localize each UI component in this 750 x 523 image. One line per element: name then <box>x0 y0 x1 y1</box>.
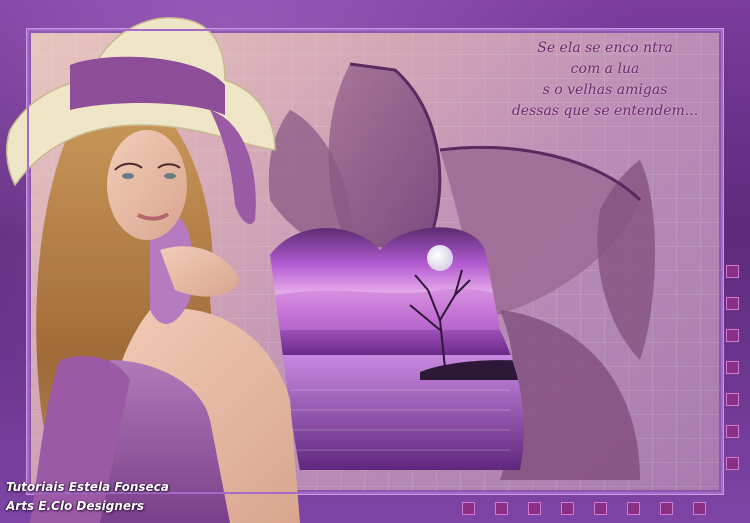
poem-line: Se ela se enco ntra <box>537 40 673 56</box>
decorative-square <box>726 265 739 278</box>
decorative-square <box>726 297 739 310</box>
decorative-squares-bottom <box>462 502 726 516</box>
woman-figure <box>5 17 300 523</box>
credit-line-arts: Arts E.Clo Designers <box>6 499 145 513</box>
decorative-square <box>726 329 739 342</box>
decorative-square <box>726 393 739 406</box>
decorative-square <box>726 457 739 470</box>
decorative-square <box>627 502 640 515</box>
decorative-square <box>693 502 706 515</box>
decorative-square <box>726 425 739 438</box>
decorative-square <box>561 502 574 515</box>
poem-text: Se ela se enco ntra com a lua s o velhas… <box>480 38 730 122</box>
decorative-square <box>495 502 508 515</box>
poem-line: com a lua <box>570 61 640 77</box>
decorative-square <box>726 361 739 374</box>
decorative-square <box>660 502 673 515</box>
credits: Tutoriais Estela Fonseca Arts E.Clo Desi… <box>6 478 169 516</box>
credit-line-tutorial: Tutoriais Estela Fonseca <box>6 480 169 494</box>
decorative-square <box>528 502 541 515</box>
artwork-canvas: Se ela se enco ntra com a lua s o velhas… <box>0 0 750 523</box>
poem-line: dessas que se entendem... <box>511 103 699 119</box>
decorative-square <box>594 502 607 515</box>
decorative-squares-right <box>726 265 740 489</box>
moon <box>427 245 453 271</box>
decorative-square <box>462 502 475 515</box>
poem-line: s o velhas amigas <box>542 82 668 98</box>
